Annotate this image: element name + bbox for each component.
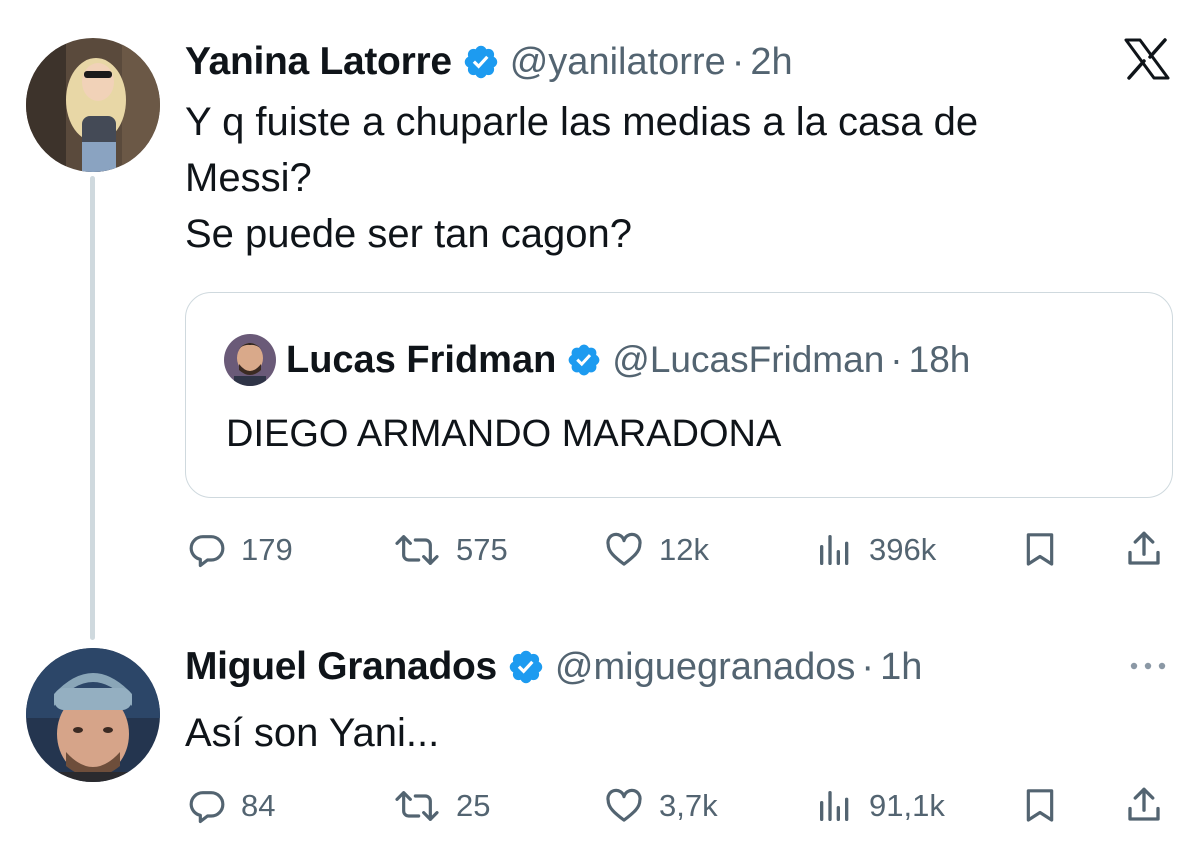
repost-button[interactable]: 575 [392, 528, 508, 572]
reply-button[interactable]: 179 [187, 528, 293, 572]
separator-dot: · [861, 645, 875, 688]
verified-badge-icon [464, 45, 497, 79]
avatar[interactable] [26, 38, 160, 172]
author-name[interactable]: Yanina Latorre [185, 40, 452, 84]
more-options-button[interactable] [1126, 656, 1170, 681]
views-count: 91,1k [869, 788, 945, 823]
heart-icon [606, 532, 642, 566]
repost-count: 575 [456, 532, 508, 567]
views-chart-icon [820, 791, 849, 821]
quoted-tweet-header: Lucas Fridman @LucasFridman · 18h [224, 334, 971, 386]
like-count: 3,7k [659, 788, 718, 823]
separator-dot: · [890, 339, 903, 380]
separator-dot: · [731, 40, 745, 83]
avatar[interactable] [26, 648, 160, 782]
reply-icon [189, 791, 225, 824]
like-button[interactable]: 3,7k [603, 784, 718, 828]
reply-count: 179 [241, 532, 293, 567]
share-button[interactable] [1123, 784, 1165, 831]
heart-icon [606, 788, 642, 822]
bookmark-icon [1026, 789, 1054, 822]
timestamp[interactable]: 1h [880, 646, 922, 689]
timestamp[interactable]: 2h [750, 41, 792, 84]
like-button[interactable]: 12k [603, 528, 709, 572]
thread-connector-line [90, 176, 95, 640]
quoted-tweet-card[interactable]: Lucas Fridman @LucasFridman · 18h DIEGO … [185, 292, 1173, 498]
views-count: 396k [869, 532, 937, 567]
tweet-header: Miguel Granados @miguegranados · 1h [185, 643, 922, 691]
reply-button[interactable]: 84 [187, 784, 275, 828]
reply-icon [189, 535, 225, 568]
share-icon [1128, 787, 1160, 821]
views-chart-icon [820, 535, 849, 565]
bookmark-button[interactable] [1020, 785, 1060, 830]
quoted-tweet-text: DIEGO ARMANDO MARADONA [226, 413, 782, 455]
share-button[interactable] [1123, 528, 1165, 575]
verified-badge-icon [568, 344, 600, 376]
verified-badge-icon [509, 650, 543, 684]
like-count: 12k [659, 532, 709, 567]
quoted-avatar[interactable] [224, 334, 276, 386]
tweet-text: Y q fuiste a chuparle las medias a la ca… [185, 100, 979, 256]
author-name[interactable]: Miguel Granados [185, 645, 497, 689]
reply-count: 84 [241, 788, 276, 823]
quoted-author-name[interactable]: Lucas Fridman [286, 339, 556, 382]
author-handle[interactable]: @miguegranados [555, 646, 856, 689]
repost-icon [395, 535, 439, 565]
tweet-text: Así son Yani... [185, 711, 440, 755]
quoted-author-handle[interactable]: @LucasFridman [612, 339, 884, 381]
quoted-timestamp[interactable]: 18h [909, 339, 971, 381]
repost-count: 25 [456, 788, 491, 823]
share-icon [1128, 531, 1160, 565]
repost-icon [395, 791, 439, 821]
bookmark-icon [1026, 533, 1054, 566]
author-handle[interactable]: @yanilatorre [510, 41, 726, 84]
views-button[interactable]: 396k [815, 528, 936, 572]
x-logo-icon[interactable] [1124, 38, 1170, 80]
bookmark-button[interactable] [1020, 529, 1060, 574]
more-horizontal-icon [1130, 662, 1166, 670]
repost-button[interactable]: 25 [392, 784, 490, 828]
tweet-header: Yanina Latorre @yanilatorre · 2h [185, 38, 793, 86]
views-button[interactable]: 91,1k [815, 784, 945, 828]
